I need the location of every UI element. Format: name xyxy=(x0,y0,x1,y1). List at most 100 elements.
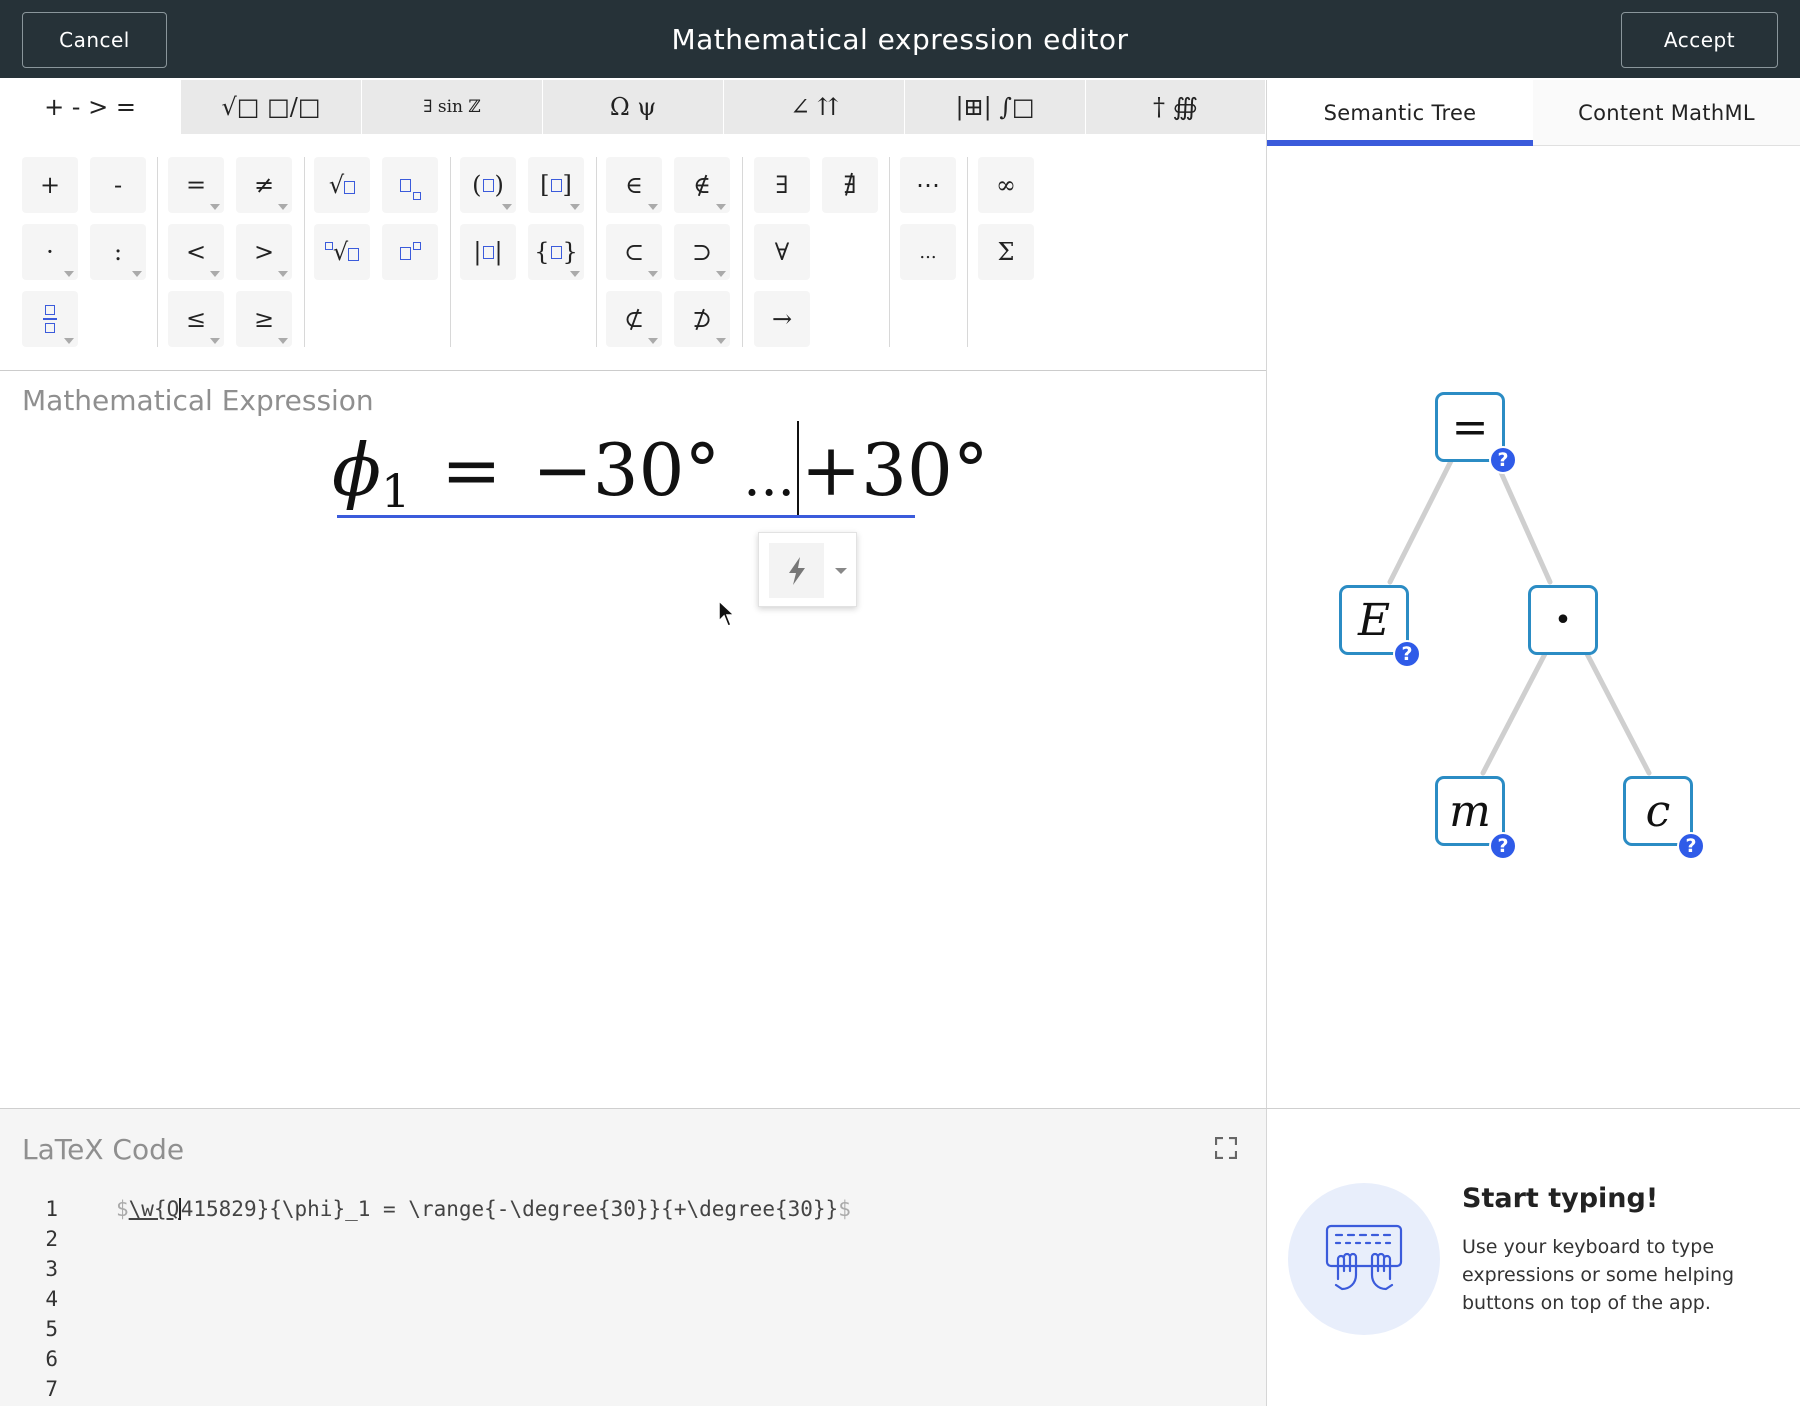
ldots-button[interactable]: ... xyxy=(900,224,956,280)
not-equals-button[interactable]: ≠ xyxy=(236,157,292,213)
dropdown-arrow-icon xyxy=(278,204,288,210)
absolute-value-button[interactable]: | | xyxy=(460,224,516,280)
superscript-icon xyxy=(399,238,421,266)
expression-editor[interactable]: ϕ1 = −30° ...+30° xyxy=(332,420,989,520)
tab-semantic-tree[interactable]: Semantic Tree xyxy=(1267,80,1533,146)
title-bar xyxy=(0,0,1800,78)
palette-divider xyxy=(450,157,451,347)
geq-button[interactable]: ≥ xyxy=(236,291,292,347)
keyboard-illustration xyxy=(1288,1183,1440,1335)
tab-misc-symbols[interactable]: † ∰ xyxy=(1086,80,1266,134)
accept-button[interactable]: Accept xyxy=(1621,12,1778,68)
tab-matrices-integrals[interactable]: |⊞| ∫□ xyxy=(905,80,1086,134)
minus-button[interactable]: - xyxy=(90,157,146,213)
superscript-button[interactable] xyxy=(382,224,438,280)
subset-button[interactable]: ⊂ xyxy=(606,224,662,280)
subscript-button[interactable] xyxy=(382,157,438,213)
keyboard-hands-icon xyxy=(1325,1224,1403,1291)
dropdown-arrow-icon xyxy=(132,271,142,277)
expression-underline xyxy=(337,515,915,518)
latex-code-underlined: \w{Q xyxy=(128,1197,180,1221)
fraction-button[interactable] xyxy=(22,291,78,347)
latex-code-editor[interactable]: $\w{Q415829}{\phi}_1 = \range{-\degree{3… xyxy=(116,1197,851,1221)
exists-button[interactable]: ∃ xyxy=(754,157,810,213)
nth-root-button[interactable]: √ xyxy=(314,224,370,280)
palette-divider xyxy=(742,157,743,347)
dropdown-arrow-icon xyxy=(210,204,220,210)
not-superset-button[interactable]: ⊅ xyxy=(674,291,730,347)
dropdown-arrow-icon xyxy=(716,271,726,277)
tab-arrows-angles[interactable]: ∠ ⇈ xyxy=(724,80,905,134)
subset-label: ⊂ xyxy=(623,238,645,266)
dropdown-arrow-icon xyxy=(210,271,220,277)
subscript-icon xyxy=(399,170,421,200)
brackets-button[interactable]: [] xyxy=(528,157,584,213)
leq-button[interactable]: ≤ xyxy=(168,291,224,347)
expand-icon[interactable] xyxy=(1215,1137,1237,1159)
colon-button[interactable]: : xyxy=(90,224,146,280)
less-than-label: < xyxy=(185,238,207,266)
tab-operators[interactable]: + - > = xyxy=(0,80,181,134)
help-badge-icon[interactable]: ? xyxy=(1393,640,1421,668)
latex-delimiter: $ xyxy=(838,1197,851,1221)
tip-body: Use your keyboard to type expressions or… xyxy=(1462,1236,1735,1314)
lightning-button[interactable] xyxy=(769,543,824,598)
tab-functions-sets[interactable]: ∃ sin ℤ xyxy=(362,80,543,134)
help-badge-icon[interactable]: ? xyxy=(1489,832,1517,860)
quick-action-dropdown[interactable] xyxy=(829,543,853,598)
mouse-pointer-icon xyxy=(718,600,736,627)
line-number: 4 xyxy=(45,1287,58,1311)
not-subset-button[interactable]: ⊄ xyxy=(606,291,662,347)
tree-node-multiply[interactable]: • xyxy=(1528,585,1598,655)
geq-label: ≥ xyxy=(253,305,275,333)
dropdown-arrow-icon xyxy=(716,338,726,344)
palette-bottom-divider xyxy=(0,370,1266,371)
less-than-button[interactable]: < xyxy=(168,224,224,280)
dropdown-arrow-icon xyxy=(648,271,658,277)
help-badge-icon[interactable]: ? xyxy=(1677,832,1705,860)
line-number: 2 xyxy=(45,1227,58,1251)
cdot-button[interactable]: · xyxy=(22,224,78,280)
placeholder-box xyxy=(550,178,562,192)
dropdown-arrow-icon xyxy=(570,204,580,210)
latex-section-label: LaTeX Code xyxy=(22,1133,185,1166)
tab-greek[interactable]: Ω ψ xyxy=(543,80,724,134)
dropdown-arrow-icon xyxy=(570,271,580,277)
parentheses-button[interactable]: () xyxy=(460,157,516,213)
palette-divider xyxy=(889,157,890,347)
not-exists-button[interactable]: ∄ xyxy=(822,157,878,213)
expression-right-bound: +30° xyxy=(800,428,989,512)
dropdown-arrow-icon xyxy=(648,204,658,210)
palette-divider xyxy=(967,157,968,347)
text-cursor xyxy=(796,421,799,517)
plus-button[interactable]: + xyxy=(22,157,78,213)
element-of-button[interactable]: ∈ xyxy=(606,157,662,213)
cancel-button[interactable]: Cancel xyxy=(22,12,167,68)
quick-action-popup xyxy=(758,532,857,607)
dropdown-arrow-icon xyxy=(64,271,74,277)
not-element-of-button[interactable]: ∉ xyxy=(674,157,730,213)
tab-roots-fractions[interactable]: √□ □/□ xyxy=(181,80,362,134)
dropdown-arrow-icon xyxy=(278,271,288,277)
expression-left-bound: −30° xyxy=(532,428,721,512)
latex-delimiter: $ xyxy=(116,1197,129,1221)
forall-button[interactable]: ∀ xyxy=(754,224,810,280)
palette-divider xyxy=(304,157,305,347)
sqrt-button[interactable]: √ xyxy=(314,157,370,213)
tab-content-mathml[interactable]: Content MathML xyxy=(1533,80,1800,146)
sum-button[interactable]: Σ xyxy=(978,224,1034,280)
placeholder-box xyxy=(550,245,562,259)
dropdown-arrow-icon xyxy=(648,338,658,344)
cdots-button[interactable]: ⋯ xyxy=(900,157,956,213)
braces-button[interactable]: {} xyxy=(528,224,584,280)
leq-label: ≤ xyxy=(185,305,207,333)
infinity-button[interactable]: ∞ xyxy=(978,157,1034,213)
lightning-icon xyxy=(788,556,805,585)
greater-than-button[interactable]: > xyxy=(236,224,292,280)
implies-button[interactable]: → xyxy=(754,291,810,347)
equals-button[interactable]: = xyxy=(168,157,224,213)
dropdown-arrow-icon xyxy=(210,338,220,344)
chevron-down-icon xyxy=(835,567,847,574)
superset-button[interactable]: ⊃ xyxy=(674,224,730,280)
help-badge-icon[interactable]: ? xyxy=(1489,446,1517,474)
